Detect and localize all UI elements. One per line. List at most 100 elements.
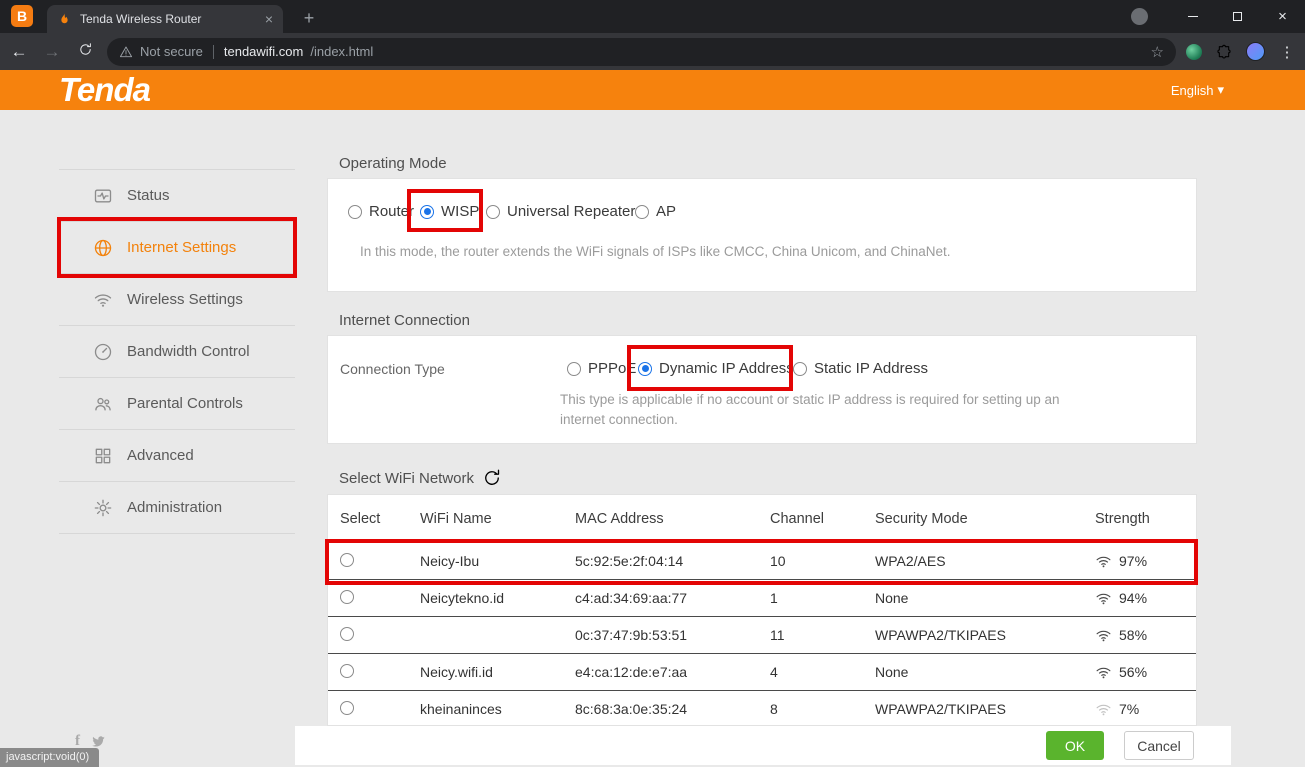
url-host: tendawifi.com: [223, 44, 304, 59]
wifi-network-row[interactable]: Neicy.wifi.id e4:ca:12:de:e7:aa 4 None 5…: [328, 654, 1196, 691]
radio-ap[interactable]: [635, 204, 649, 219]
sidebar-item-internet-settings[interactable]: Internet Settings: [59, 222, 295, 274]
sidebar-item-advanced[interactable]: Advanced: [59, 430, 295, 482]
col-wifi-name: WiFi Name: [420, 511, 492, 527]
wifi-select-radio[interactable]: [340, 626, 354, 641]
reload-button[interactable]: [71, 42, 99, 62]
maximize-button[interactable]: [1215, 0, 1260, 33]
conn-option-pppoe[interactable]: PPPoE: [567, 360, 636, 377]
wifi-mac: 8c:68:3a:0e:35:24: [575, 701, 688, 717]
action-footer: OK Cancel: [295, 726, 1231, 765]
browser-tab[interactable]: Tenda Wireless Router ×: [47, 5, 283, 33]
ok-button[interactable]: OK: [1046, 731, 1104, 760]
people-icon: [93, 394, 113, 414]
tenda-logo: Tenda: [59, 71, 151, 108]
wifi-strength-value: 7%: [1119, 701, 1140, 717]
not-secure-warning-icon: [119, 45, 133, 59]
minimize-button[interactable]: [1170, 0, 1215, 33]
radio-router[interactable]: [348, 204, 362, 219]
extension-globe-icon[interactable]: [1186, 43, 1202, 60]
language-selector[interactable]: English ▾: [1171, 82, 1224, 98]
sidebar-item-status[interactable]: Status: [59, 170, 295, 222]
wifi-channel: 1: [770, 590, 778, 606]
forward-button[interactable]: →: [38, 42, 66, 62]
wifi-strength-icon: [1095, 664, 1112, 681]
wifi-select-radio[interactable]: [340, 589, 354, 604]
wifi-strength-value: 97%: [1119, 553, 1148, 569]
browser-toolbar: ← → Not secure tendawifi.com /index.html…: [0, 33, 1305, 70]
browser-window: B Tenda Wireless Router × + × ← → Not se…: [0, 0, 1305, 767]
wifi-strength-value: 56%: [1119, 664, 1148, 680]
radio-wisp[interactable]: [420, 204, 434, 219]
cancel-button[interactable]: Cancel: [1124, 731, 1194, 760]
wifi-name: kheinaninces: [420, 701, 502, 717]
tab-close-icon[interactable]: ×: [265, 11, 273, 27]
pulse-icon: [93, 186, 113, 206]
sidebar-item-administration[interactable]: Administration: [59, 482, 295, 534]
blogger-pinned-icon[interactable]: B: [11, 5, 33, 27]
radio-universal-repeater[interactable]: [486, 204, 500, 219]
wifi-network-table: Select WiFi Name MAC Address Channel Sec…: [327, 494, 1197, 726]
mode-option-universal-repeater[interactable]: Universal Repeater: [486, 203, 635, 220]
extensions-puzzle-icon[interactable]: [1216, 44, 1232, 60]
sidebar-item-bandwidth-control[interactable]: Bandwidth Control: [59, 326, 295, 378]
wifi-name: Neicytekno.id: [420, 590, 505, 606]
operating-mode-title: Operating Mode: [339, 155, 447, 172]
sidebar-item-wireless-settings[interactable]: Wireless Settings: [59, 274, 295, 326]
close-window-button[interactable]: ×: [1260, 0, 1305, 33]
mode-option-router[interactable]: Router: [348, 203, 414, 220]
address-bar[interactable]: Not secure tendawifi.com /index.html ☆: [107, 37, 1176, 66]
radio-static-ip[interactable]: [793, 361, 807, 376]
browser-menu-icon[interactable]: ⋮: [1277, 43, 1297, 61]
gauge-icon: [93, 342, 113, 362]
wifi-mac: 5c:92:5e:2f:04:14: [575, 553, 684, 569]
wifi-strength-value: 94%: [1119, 590, 1148, 606]
col-strength: Strength: [1095, 511, 1150, 527]
window-controls: ×: [1131, 0, 1305, 33]
wifi-strength-icon: [1095, 590, 1112, 607]
radio-label: Router: [369, 203, 415, 220]
wifi-icon: [93, 290, 113, 310]
conn-option-static-ip[interactable]: Static IP Address: [793, 360, 928, 377]
blogger-letter: B: [16, 8, 28, 24]
wifi-channel: 8: [770, 701, 778, 717]
wifi-select-radio[interactable]: [340, 700, 354, 715]
wifi-network-row[interactable]: Neicy-Ibu 5c:92:5e:2f:04:14 10 WPA2/AES …: [328, 543, 1196, 580]
grid-icon: [93, 446, 113, 466]
new-tab-button[interactable]: +: [297, 6, 321, 30]
wifi-select-radio[interactable]: [340, 552, 354, 567]
mode-option-wisp[interactable]: WISP: [420, 203, 479, 220]
col-channel: Channel: [770, 511, 825, 527]
tab-title: Tenda Wireless Router: [80, 12, 202, 26]
radio-dynamic-ip[interactable]: [638, 361, 652, 376]
profile-avatar[interactable]: [1246, 42, 1265, 61]
tenda-favicon-icon: [57, 12, 72, 27]
wifi-network-row[interactable]: 0c:37:47:9b:53:51 11 WPAWPA2/TKIPAES 58%: [328, 617, 1196, 654]
col-mac-address: MAC Address: [575, 511, 664, 527]
url-divider: [212, 44, 214, 59]
radio-label: Dynamic IP Address: [659, 360, 794, 377]
rescan-refresh-icon[interactable]: [482, 468, 502, 488]
wifi-mac: c4:ad:34:69:aa:77: [575, 590, 688, 606]
wifi-network-row[interactable]: kheinaninces 8c:68:3a:0e:35:24 8 WPAWPA2…: [328, 691, 1196, 725]
wifi-select-radio[interactable]: [340, 663, 354, 678]
wifi-strength-icon: [1095, 553, 1112, 570]
conn-option-dynamic-ip[interactable]: Dynamic IP Address: [638, 360, 794, 377]
radio-label: WISP: [441, 203, 480, 220]
sidebar-item-label: Wireless Settings: [127, 291, 243, 308]
radio-pppoe[interactable]: [567, 361, 581, 376]
mode-option-ap[interactable]: AP: [635, 203, 676, 220]
twitter-icon[interactable]: [91, 734, 106, 749]
bookmark-star-icon[interactable]: ☆: [1151, 43, 1164, 61]
sidebar: Status Internet Settings Wireless Settin…: [59, 133, 295, 534]
wifi-network-row[interactable]: Neicytekno.id c4:ad:34:69:aa:77 1 None 9…: [328, 580, 1196, 617]
sidebar-item-parental-controls[interactable]: Parental Controls: [59, 378, 295, 430]
radio-label: AP: [656, 203, 677, 220]
sidebar-item-label: Administration: [127, 499, 223, 516]
sidebar-item-label: Bandwidth Control: [127, 343, 250, 360]
wifi-mac: 0c:37:47:9b:53:51: [575, 627, 688, 643]
sidebar-item-label: Parental Controls: [127, 395, 243, 412]
col-select: Select: [340, 511, 381, 527]
back-button[interactable]: ←: [5, 42, 33, 62]
profile-circle-icon[interactable]: [1131, 8, 1148, 25]
